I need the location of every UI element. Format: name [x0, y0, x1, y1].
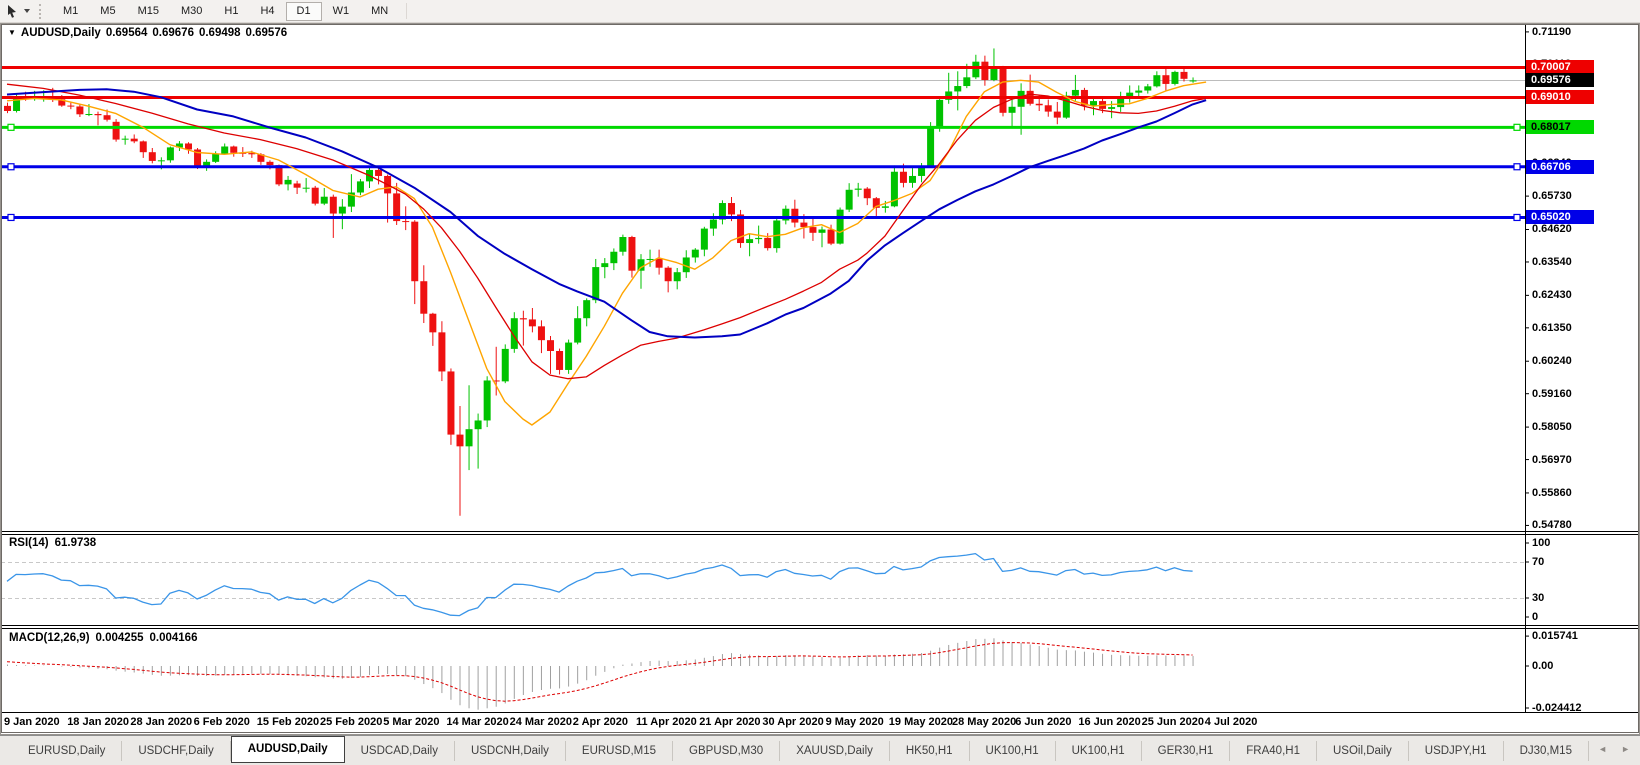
price-tick-label: 0.63540	[1532, 255, 1572, 269]
timeframe-button-m5[interactable]: M5	[89, 2, 126, 21]
tab-scroll-right-button[interactable]: ►	[1621, 744, 1630, 754]
timeframe-button-m1[interactable]: M1	[52, 2, 89, 21]
price-tick-label: 0.62430	[1532, 288, 1572, 302]
price-tick-label: 0.71190	[1532, 25, 1571, 39]
price-level-badge: 0.69010	[1526, 90, 1594, 104]
chart-tab-eurusd-daily[interactable]: EURUSD,Daily	[12, 741, 122, 761]
chart-tab-eurusd-m15[interactable]: EURUSD,M15	[566, 741, 673, 761]
date-tick-label: 5 Mar 2020	[383, 716, 439, 728]
dropdown-caret-icon	[24, 9, 30, 13]
timeframe-buttons: M1M5M15M30H1H4D1W1MN	[52, 2, 399, 21]
date-tick-label: 28 Jan 2020	[130, 716, 192, 728]
timeframe-button-w1[interactable]: W1	[322, 2, 361, 21]
date-tick-label: 18 Jan 2020	[67, 716, 129, 728]
price-level-badge: 0.66706	[1526, 160, 1594, 174]
chart-tab-bar: EURUSD,DailyUSDCHF,DailyAUDUSD,DailyUSDC…	[0, 735, 1640, 765]
timeframe-button-m15[interactable]: M15	[127, 2, 170, 21]
current-price-badge: 0.69576	[1526, 73, 1594, 87]
price-tick-label: 0.64620	[1532, 222, 1572, 236]
price-tick-label: 0.54780	[1532, 518, 1572, 532]
date-tick-label: 16 Jun 2020	[1078, 716, 1140, 728]
rsi-tick-label: 70	[1532, 555, 1544, 569]
chart-tab-uk100-h1[interactable]: UK100,H1	[970, 741, 1056, 761]
macd-tick-label: -0.024412	[1532, 701, 1582, 715]
ohlc-high: 0.69676	[152, 27, 194, 39]
chart-window: ▼ AUDUSD,Daily 0.69564 0.69676 0.69498 0.6957…	[0, 23, 1640, 735]
chart-tab-usdcad-daily[interactable]: USDCAD,Daily	[345, 741, 455, 761]
price-tick-label: 0.58050	[1532, 420, 1572, 434]
chart-tab-xauusd-daily[interactable]: XAUUSD,Daily	[780, 741, 890, 761]
chart-tab-usoil-daily[interactable]: USOil,Daily	[1317, 741, 1409, 761]
timeframe-button-m30[interactable]: M30	[170, 2, 213, 21]
chart-canvas[interactable]	[1, 24, 1639, 733]
price-tick-label: 0.59160	[1532, 387, 1572, 401]
date-tick-label: 21 Apr 2020	[699, 716, 760, 728]
tab-scroll-controls: ◄ ►	[1598, 744, 1630, 754]
chart-tab-uk100-h1[interactable]: UK100,H1	[1056, 741, 1142, 761]
price-level-badge: 0.68017	[1526, 120, 1594, 134]
rsi-value: 61.9738	[55, 537, 97, 549]
chart-tab-usdchf-daily[interactable]: USDCHF,Daily	[122, 741, 230, 761]
date-tick-label: 6 Feb 2020	[194, 716, 250, 728]
chart-symbol-label: AUDUSD,Daily	[21, 27, 101, 39]
tab-scroll-left-button[interactable]: ◄	[1598, 744, 1607, 754]
rsi-tick-label: 0	[1532, 610, 1538, 624]
price-tick-label: 0.60240	[1532, 354, 1572, 368]
price-tick-label: 0.65730	[1532, 189, 1572, 203]
timeframe-button-h4[interactable]: H4	[249, 2, 285, 21]
date-tick-label: 24 Mar 2020	[510, 716, 572, 728]
date-tick-label: 9 Jan 2020	[4, 716, 60, 728]
rsi-name: RSI(14)	[9, 537, 49, 549]
date-tick-label: 14 Mar 2020	[446, 716, 508, 728]
timeframe-button-h1[interactable]: H1	[213, 2, 249, 21]
price-tick-label: 0.61350	[1532, 321, 1572, 335]
chart-tab-dj30-m15[interactable]: DJ30,M15	[1504, 741, 1589, 761]
chart-tab-gbpusd-m30[interactable]: GBPUSD,M30	[673, 741, 780, 761]
date-tick-label: 19 May 2020	[889, 716, 953, 728]
timeframe-toolbar: M1M5M15M30H1H4D1W1MN	[0, 0, 1640, 23]
date-tick-label: 11 Apr 2020	[636, 716, 697, 728]
date-tick-label: 9 May 2020	[826, 716, 884, 728]
chart-tab-hk50-h1[interactable]: HK50,H1	[890, 741, 970, 761]
cursor-arrow-icon	[5, 4, 20, 19]
timeframe-button-mn[interactable]: MN	[360, 2, 399, 21]
price-tick-label: 0.55860	[1532, 486, 1572, 500]
date-tick-label: 2 Apr 2020	[573, 716, 628, 728]
trading-platform-window: M1M5M15M30H1H4D1W1MN ▼ AUDUSD,Daily 0.6956…	[0, 0, 1640, 765]
date-tick-label: 6 Jun 2020	[1015, 716, 1071, 728]
chart-tab-ger30-h1[interactable]: GER30,H1	[1142, 741, 1231, 761]
date-tick-label: 28 May 2020	[952, 716, 1016, 728]
macd-main-value: 0.004255	[96, 632, 144, 644]
macd-indicator-label: MACD(12,26,9) 0.004255 0.004166	[9, 632, 203, 644]
toolbar-separator	[406, 3, 407, 19]
rsi-indicator-label: RSI(14) 61.9738	[9, 537, 102, 549]
macd-tick-label: 0.00	[1532, 659, 1553, 673]
date-tick-label: 25 Feb 2020	[320, 716, 382, 728]
date-tick-label: 30 Apr 2020	[762, 716, 823, 728]
chart-title: ▼ AUDUSD,Daily 0.69564 0.69676 0.69498 0.6957…	[8, 27, 292, 39]
cursor-tool-button[interactable]	[0, 1, 35, 21]
price-tick-label: 0.56970	[1532, 453, 1572, 467]
toolbar-grip[interactable]	[39, 4, 44, 19]
chart-tab-audusd-daily[interactable]: AUDUSD,Daily	[231, 736, 345, 763]
price-level-badge: 0.70007	[1526, 60, 1594, 74]
symbol-dropdown-icon[interactable]: ▼	[8, 28, 16, 37]
chart-tab-usdcnh-daily[interactable]: USDCNH,Daily	[455, 741, 566, 761]
date-tick-label: 4 Jul 2020	[1205, 716, 1258, 728]
ohlc-open: 0.69564	[106, 27, 148, 39]
date-tick-label: 15 Feb 2020	[257, 716, 319, 728]
ohlc-low: 0.69498	[199, 27, 241, 39]
macd-tick-label: 0.015741	[1532, 629, 1578, 643]
price-level-badge: 0.65020	[1526, 210, 1594, 224]
timeframe-button-d1[interactable]: D1	[286, 2, 322, 21]
ohlc-close: 0.69576	[246, 27, 288, 39]
chart-tab-fra40-h1[interactable]: FRA40,H1	[1230, 741, 1317, 761]
date-tick-label: 25 Jun 2020	[1142, 716, 1204, 728]
macd-name: MACD(12,26,9)	[9, 632, 90, 644]
macd-signal-value: 0.004166	[150, 632, 198, 644]
chart-tab-usdjpy-h1[interactable]: USDJPY,H1	[1409, 741, 1504, 761]
rsi-tick-label: 30	[1532, 591, 1544, 605]
rsi-tick-label: 100	[1532, 536, 1550, 550]
